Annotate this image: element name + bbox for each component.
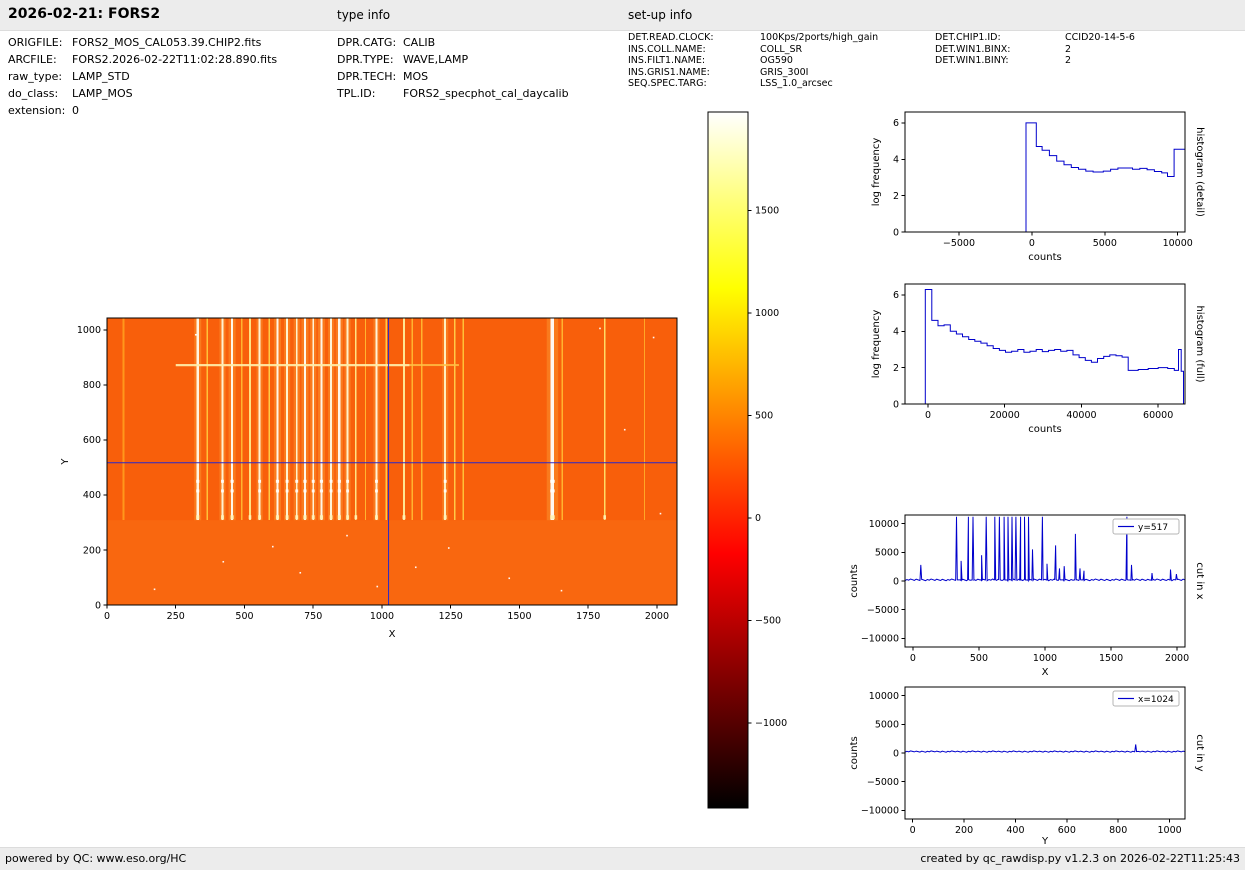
svg-text:600: 600 [83, 435, 101, 446]
svg-text:X: X [1042, 667, 1049, 678]
svg-text:1500: 1500 [755, 206, 779, 217]
svg-text:250: 250 [167, 611, 185, 622]
svg-text:cut in x: cut in x [1194, 562, 1205, 599]
svg-text:−10000: −10000 [861, 634, 899, 645]
svg-text:2: 2 [893, 191, 899, 202]
footer-powered-by: powered by QC: www.eso.org/HC [5, 848, 186, 869]
footer-created-by: created by qc_rawdisp.py v1.2.3 on 2026-… [920, 848, 1240, 869]
svg-text:500: 500 [970, 653, 988, 664]
svg-text:60000: 60000 [1143, 410, 1173, 421]
svg-text:1000: 1000 [1033, 653, 1057, 664]
svg-text:0: 0 [755, 513, 761, 524]
svg-text:6: 6 [893, 290, 899, 301]
svg-text:4: 4 [893, 155, 899, 166]
svg-text:800: 800 [1109, 825, 1127, 836]
svg-text:1000: 1000 [77, 325, 101, 336]
svg-text:2000: 2000 [1165, 653, 1189, 664]
svg-text:0: 0 [893, 227, 899, 238]
svg-text:0: 0 [893, 576, 899, 587]
svg-text:800: 800 [83, 380, 101, 391]
svg-text:counts: counts [1028, 424, 1061, 435]
svg-text:5000: 5000 [1093, 238, 1117, 249]
svg-text:X: X [389, 629, 396, 640]
footer-bar: powered by QC: www.eso.org/HC created by… [0, 847, 1245, 870]
svg-text:histogram (detail): histogram (detail) [1194, 127, 1205, 217]
svg-text:200: 200 [955, 825, 973, 836]
svg-text:−5000: −5000 [943, 238, 975, 249]
svg-text:0: 0 [925, 410, 931, 421]
svg-text:1500: 1500 [1099, 653, 1123, 664]
svg-text:1000: 1000 [1157, 825, 1181, 836]
figure-canvas: 0250500750100012501500175020000200400600… [0, 0, 1245, 870]
svg-text:0: 0 [104, 611, 110, 622]
svg-text:500: 500 [755, 411, 773, 422]
svg-text:200: 200 [83, 545, 101, 556]
svg-text:750: 750 [304, 611, 322, 622]
svg-text:−5000: −5000 [867, 777, 899, 788]
svg-text:cut in y: cut in y [1194, 734, 1205, 771]
svg-text:500: 500 [235, 611, 253, 622]
svg-text:6: 6 [893, 118, 899, 129]
svg-text:counts: counts [849, 564, 860, 597]
svg-text:−5000: −5000 [867, 605, 899, 616]
svg-text:40000: 40000 [1066, 410, 1096, 421]
svg-text:5000: 5000 [875, 720, 899, 731]
svg-text:0: 0 [910, 825, 916, 836]
svg-text:400: 400 [1006, 825, 1024, 836]
svg-text:2: 2 [893, 363, 899, 374]
svg-text:histogram (full): histogram (full) [1194, 305, 1205, 382]
svg-text:10000: 10000 [1163, 238, 1193, 249]
svg-text:400: 400 [83, 490, 101, 501]
svg-text:log frequency: log frequency [871, 310, 882, 379]
svg-text:0: 0 [1029, 238, 1035, 249]
svg-text:2000: 2000 [645, 611, 669, 622]
svg-text:counts: counts [1028, 252, 1061, 263]
svg-text:1500: 1500 [507, 611, 531, 622]
svg-text:0: 0 [893, 399, 899, 410]
svg-text:10000: 10000 [869, 519, 899, 530]
svg-text:0: 0 [910, 653, 916, 664]
svg-text:0: 0 [95, 600, 101, 611]
svg-text:600: 600 [1058, 825, 1076, 836]
svg-text:1250: 1250 [439, 611, 463, 622]
svg-text:−10000: −10000 [861, 806, 899, 817]
svg-text:5000: 5000 [875, 548, 899, 559]
svg-text:20000: 20000 [990, 410, 1020, 421]
svg-text:1000: 1000 [370, 611, 394, 622]
svg-text:1750: 1750 [576, 611, 600, 622]
qc-report-page: 2026-02-21: FORS2 type info set-up info … [0, 0, 1245, 870]
svg-text:x=1024: x=1024 [1138, 695, 1174, 705]
svg-text:counts: counts [849, 736, 860, 769]
svg-text:log frequency: log frequency [871, 138, 882, 207]
svg-text:0: 0 [893, 748, 899, 759]
svg-text:−1000: −1000 [755, 718, 787, 729]
svg-text:10000: 10000 [869, 691, 899, 702]
svg-text:Y: Y [60, 458, 71, 466]
svg-text:Y: Y [1041, 836, 1049, 847]
svg-text:4: 4 [893, 327, 899, 338]
svg-text:−500: −500 [755, 616, 781, 627]
svg-text:1000: 1000 [755, 308, 779, 319]
svg-text:y=517: y=517 [1138, 523, 1168, 533]
